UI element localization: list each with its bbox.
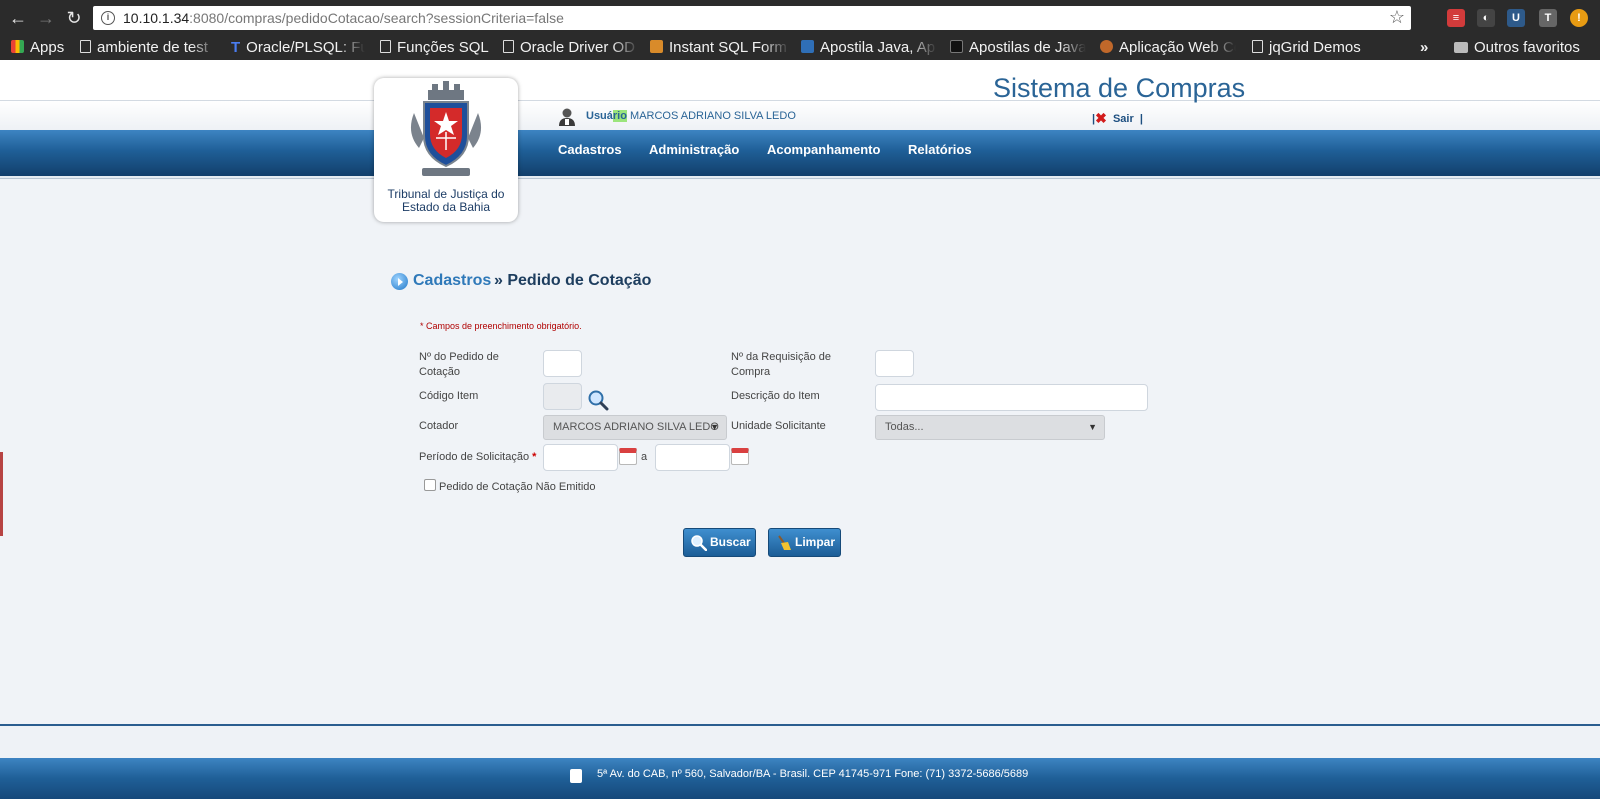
footer: 5ª Av. do CAB, nº 560, Salvador/BA - Bra… xyxy=(0,758,1600,799)
bookmark-star-icon[interactable]: ☆ xyxy=(1389,7,1405,28)
descricao-item-input[interactable] xyxy=(875,384,1148,411)
user-icon xyxy=(559,108,575,126)
system-title: Sistema de Compras xyxy=(993,73,1246,103)
back-arrow-icon[interactable]: ← xyxy=(8,8,28,28)
bookmark-other-folder[interactable]: Outros favoritos xyxy=(1454,39,1580,56)
reload-icon[interactable]: ↻ xyxy=(64,8,84,28)
requisicao-number-input[interactable] xyxy=(875,350,914,377)
page-icon xyxy=(1252,40,1263,53)
sql-logo-icon xyxy=(650,40,663,53)
page-title: » Pedido de Cotação xyxy=(494,272,652,289)
tjba-small-logo-icon xyxy=(570,769,582,783)
breadcrumb-parent[interactable]: Cadastros xyxy=(413,272,491,290)
footer-gap xyxy=(0,726,1600,758)
cotador-select: MARCOS ADRIANO SILVA LEDO ▼ xyxy=(543,415,727,440)
periodo-label: Período de Solicitação * xyxy=(419,451,537,463)
bookmark-item[interactable]: Apostilas de Java xyxy=(950,39,1086,56)
calendar-icon[interactable] xyxy=(619,448,637,465)
search-icon xyxy=(691,535,707,551)
buscar-button[interactable]: Buscar xyxy=(683,528,756,557)
page-icon xyxy=(503,40,514,53)
logout-link[interactable]: |✖ Sair | xyxy=(1092,110,1143,127)
page-icon xyxy=(380,40,391,53)
codigo-item-label: Código Item xyxy=(419,390,479,402)
folder-icon xyxy=(1454,42,1468,53)
extension-alert-icon[interactable]: ! xyxy=(1570,9,1588,27)
bookmark-item[interactable]: Funções SQL xyxy=(380,39,489,56)
bookmark-item[interactable]: Apostila Java, Ap xyxy=(801,39,937,56)
nao-emitido-label: Pedido de Cotação Não Emitido xyxy=(439,481,596,493)
side-tab xyxy=(0,452,3,536)
bookmark-item[interactable]: Oracle Driver OD xyxy=(503,39,639,56)
close-x-icon: ✖ xyxy=(1095,110,1107,126)
play-circle-icon xyxy=(391,273,408,290)
tjba-logo[interactable]: Tribunal de Justiça do Estado da Bahia xyxy=(374,78,518,222)
limpar-button[interactable]: Limpar xyxy=(768,528,841,557)
pedido-label: Nº do Pedido de Cotação xyxy=(419,351,499,378)
nav-administracao[interactable]: Administração xyxy=(649,142,739,157)
url-text: 10.10.1.34:8080/compras/pedidoCotacao/se… xyxy=(123,10,564,26)
extension-t-icon[interactable]: T xyxy=(1539,9,1557,27)
t-logo-icon: T xyxy=(231,39,241,56)
logo-caption-line2: Estado da Bahia xyxy=(401,200,491,214)
browser-toolbar: ← → ↻ i 10.10.1.34:8080/compras/pedidoCo… xyxy=(0,0,1600,36)
extension-contrast-icon[interactable]: ◐ xyxy=(1477,9,1495,27)
footer-address: 5ª Av. do CAB, nº 560, Salvador/BA - Bra… xyxy=(597,768,1029,780)
bookmark-item[interactable]: jqGrid Demos xyxy=(1252,39,1361,56)
broom-icon xyxy=(778,535,791,550)
bookmark-apps[interactable]: Apps xyxy=(11,39,64,56)
extension-u-icon[interactable]: U xyxy=(1507,9,1525,27)
chevron-down-icon: ▼ xyxy=(710,422,719,432)
chevron-down-icon: ▼ xyxy=(1088,422,1097,432)
bookmark-item[interactable]: Instant SQL Form xyxy=(650,39,790,56)
bookmark-item[interactable]: T Oracle/PLSQL: Fu xyxy=(231,39,365,56)
black-logo-icon xyxy=(950,40,963,53)
apps-grid-icon xyxy=(11,40,24,53)
requisicao-label: Nº da Requisição de Compra xyxy=(731,351,832,378)
address-bar[interactable]: i 10.10.1.34:8080/compras/pedidoCotacao/… xyxy=(93,6,1411,30)
orange-logo-icon xyxy=(1100,40,1113,53)
nav-underline xyxy=(0,176,1600,179)
unidade-select[interactable]: Todas... ▼ xyxy=(875,415,1105,440)
java-logo-icon xyxy=(801,40,814,53)
search-magnifier-icon[interactable] xyxy=(587,389,609,411)
nav-relatorios[interactable]: Relatórios xyxy=(908,142,972,157)
bookmark-item[interactable]: ambiente de test xyxy=(80,39,218,56)
codigo-item-input xyxy=(543,383,582,410)
coat-of-arms-icon xyxy=(410,81,482,176)
header-top xyxy=(0,60,1600,100)
pedido-number-input[interactable] xyxy=(543,350,582,377)
nav-acompanhamento[interactable]: Acompanhamento xyxy=(767,142,880,157)
nao-emitido-checkbox[interactable] xyxy=(424,479,436,491)
unidade-label: Unidade Solicitante xyxy=(731,420,826,432)
logo-caption: Tribunal de Justiça do Estado da Bahia xyxy=(374,188,518,214)
required-fields-note: * Campos de preenchimento obrigatório. xyxy=(420,321,582,331)
periodo-end-input[interactable] xyxy=(655,444,730,471)
logged-user-line: Usuário MARCOS ADRIANO SILVA LEDO xyxy=(586,110,796,122)
page-icon xyxy=(80,40,91,53)
info-icon[interactable]: i xyxy=(101,11,115,25)
calendar-icon[interactable] xyxy=(731,448,749,465)
cotador-label: Cotador xyxy=(419,420,459,432)
bookmarks-bar: Apps ambiente de test T Oracle/PLSQL: Fu … xyxy=(0,36,1600,60)
periodo-start-input[interactable] xyxy=(543,444,618,471)
extension-todoist-icon[interactable]: ≡ xyxy=(1447,9,1465,27)
bookmark-item[interactable]: Aplicação Web Co xyxy=(1100,39,1236,56)
periodo-separator: a xyxy=(641,451,648,463)
descricao-item-label: Descrição do Item xyxy=(731,390,820,402)
nav-cadastros[interactable]: Cadastros xyxy=(558,142,622,157)
forward-arrow-icon[interactable]: → xyxy=(36,8,56,28)
header-user-strip xyxy=(0,101,1600,130)
bookmarks-more-button[interactable]: » xyxy=(1420,39,1428,56)
user-name: MARCOS ADRIANO SILVA LEDO xyxy=(630,110,796,122)
